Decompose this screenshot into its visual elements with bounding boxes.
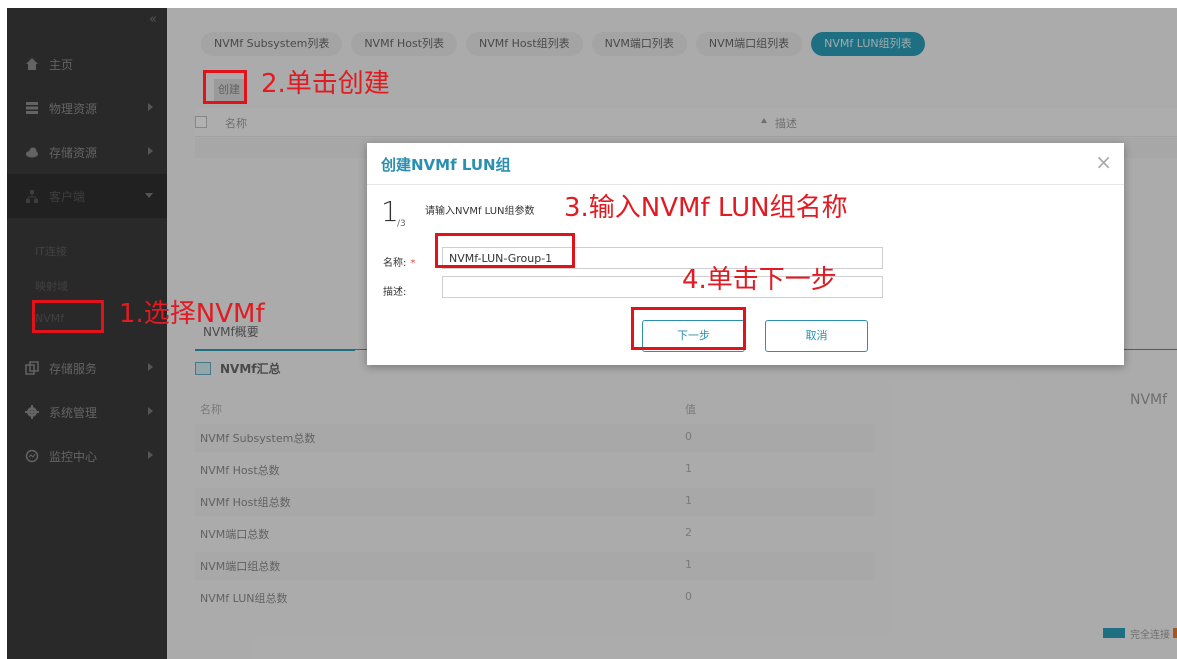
name-label-text: 名称: [383, 258, 407, 269]
dialog-title: 创建NVMf LUN组 [381, 156, 511, 174]
annotation-step3: 3.输入NVMf LUN组名称 [564, 193, 848, 223]
highlight-name-input [435, 233, 575, 268]
divider [367, 184, 1124, 185]
description-field-label: 描述: [383, 287, 407, 298]
highlight-next-button [631, 307, 746, 350]
step-total: /3 [397, 219, 406, 229]
cancel-button[interactable]: 取消 [765, 320, 868, 352]
annotation-step2: 2.单击创建 [261, 69, 390, 99]
close-icon[interactable]: × [1095, 150, 1112, 174]
highlight-nvmf [32, 300, 104, 333]
highlight-create [203, 70, 247, 104]
app-frame: « 主页 物理资源 存储资源 客户端 IT连接 映射域 NVMf 存储服务 系统… [7, 8, 1177, 659]
annotation-step1: 1.选择NVMf [119, 299, 265, 329]
annotation-step4: 4.单击下一步 [682, 265, 837, 295]
step-description: 请输入NVMf LUN组参数 [425, 206, 535, 217]
required-marker: * [410, 258, 416, 269]
name-field-label: 名称: * [383, 254, 415, 269]
